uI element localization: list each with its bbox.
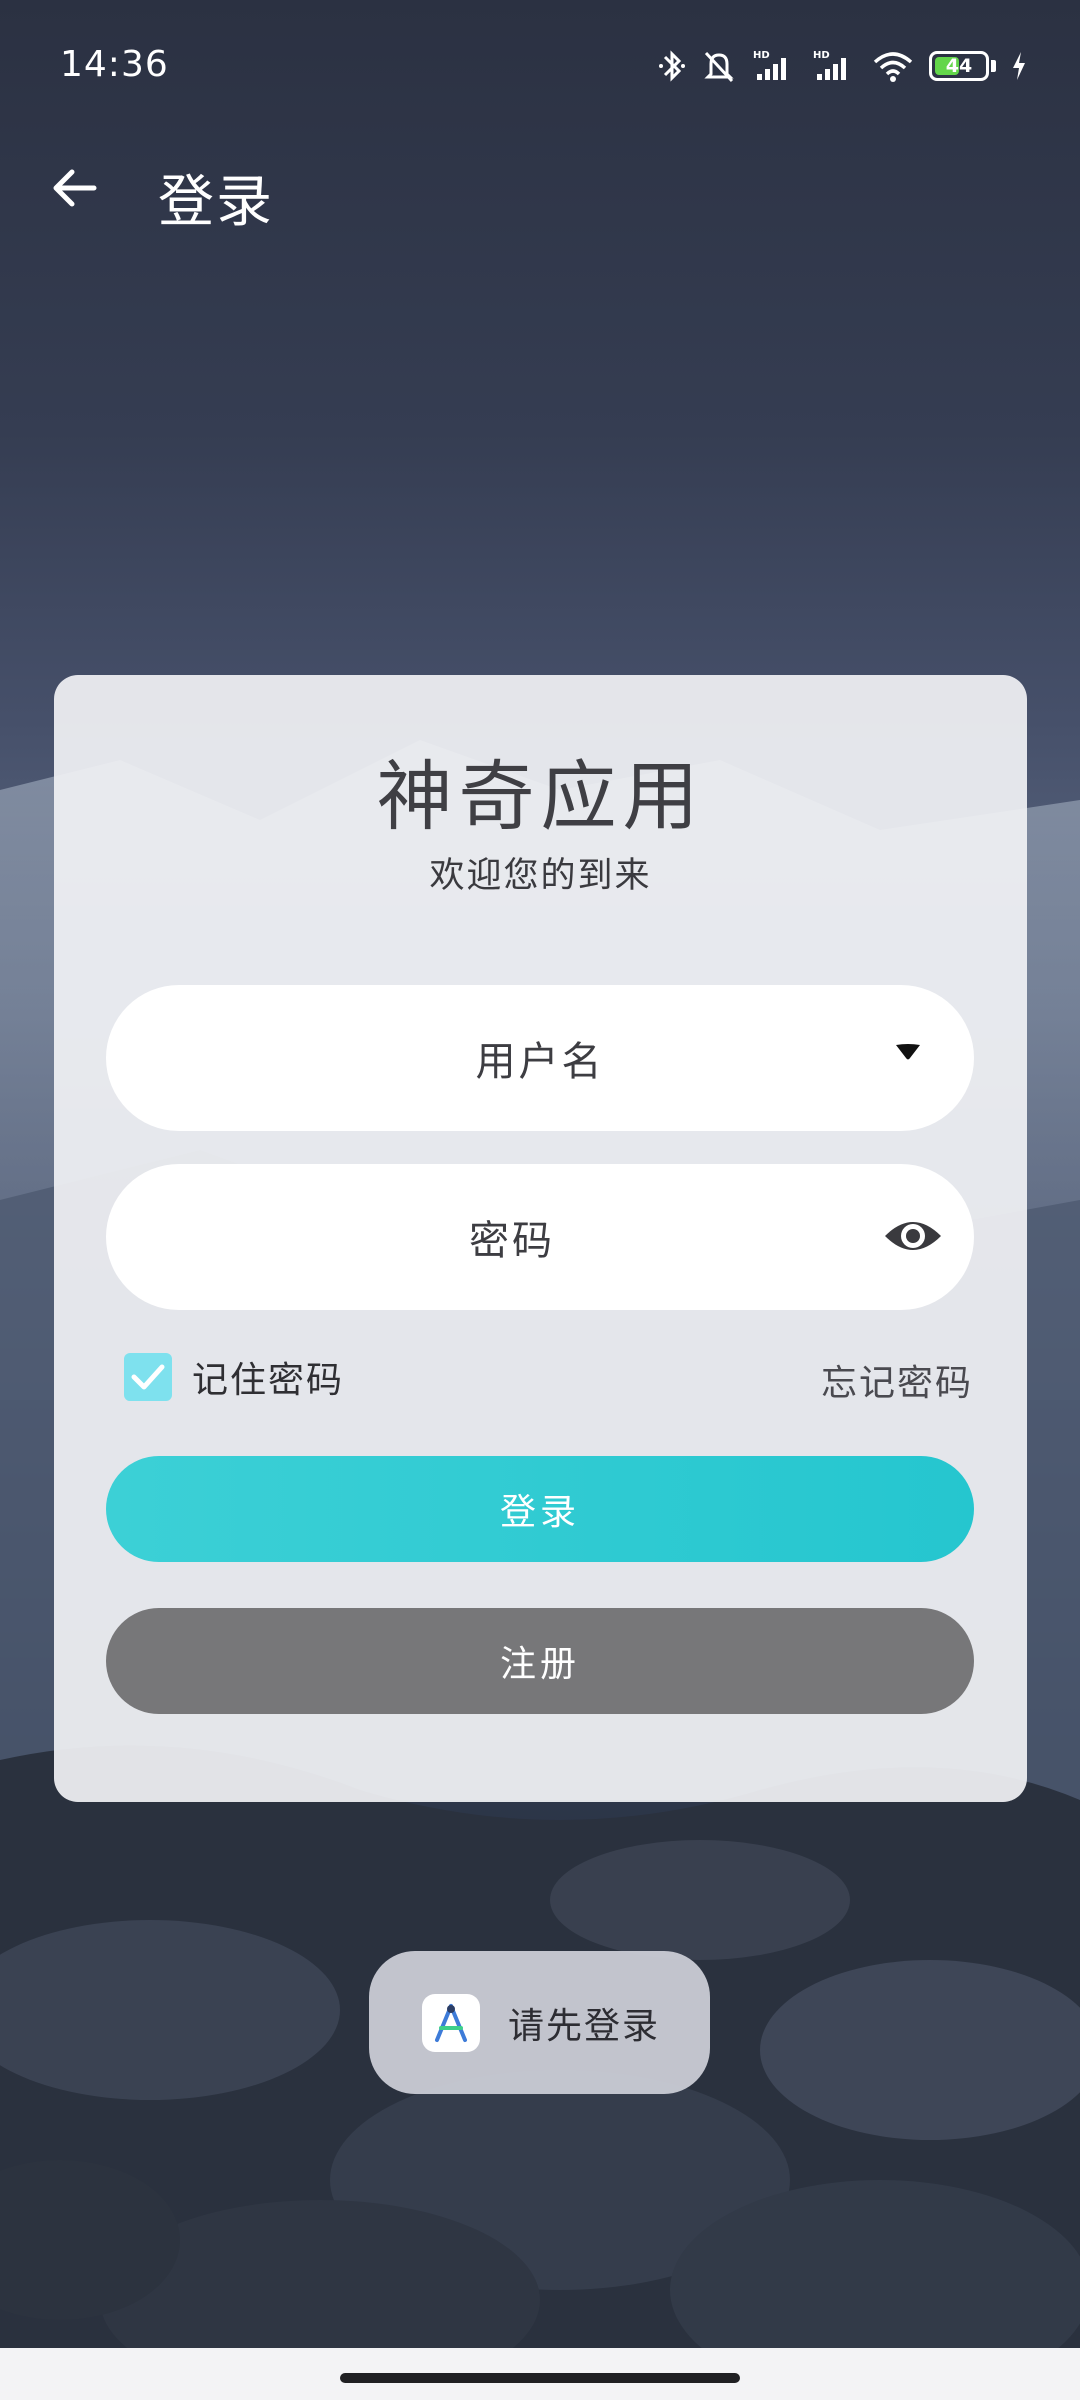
signal-hd-icon: HD [811, 48, 857, 84]
battery-level: 44 [945, 55, 973, 77]
charging-icon [1010, 50, 1028, 82]
remember-checkbox[interactable] [124, 1353, 172, 1401]
android-studio-icon [422, 1993, 480, 2052]
welcome-text: 欢迎您的到来 [429, 856, 652, 896]
wifi-icon [871, 48, 915, 84]
password-field[interactable]: 密码 [106, 1164, 974, 1310]
register-button[interactable]: 注册 [106, 1608, 974, 1714]
app-name: 神奇应用 [376, 752, 705, 841]
remember-label: 记住密码 [192, 1360, 345, 1401]
username-field[interactable]: 用户名 [106, 985, 974, 1131]
password-placeholder: 密码 [469, 1218, 555, 1264]
checkmark-icon [131, 1364, 165, 1390]
screen: 14:36 HD HD 44 登录 神奇应用 欢迎您的到来 用户名 密码 记住密… [0, 0, 1080, 2400]
eye-icon[interactable] [882, 1212, 944, 1264]
svg-text:HD: HD [813, 50, 830, 61]
page-title: 登录 [158, 170, 274, 235]
battery-icon: 44 [929, 51, 996, 81]
status-bar: 14:36 HD HD 44 [0, 0, 1080, 140]
status-icons: HD HD 44 [657, 48, 1028, 84]
dropdown-arrow-icon[interactable] [894, 1041, 922, 1067]
login-button[interactable]: 登录 [106, 1456, 974, 1562]
home-indicator[interactable] [340, 2373, 740, 2383]
forgot-password-link[interactable]: 忘记密码 [821, 1354, 973, 1406]
back-button[interactable] [44, 160, 104, 220]
signal-hd-icon: HD [751, 48, 797, 84]
bluetooth-icon [657, 48, 687, 84]
status-time: 14:36 [60, 44, 169, 85]
svg-text:HD: HD [753, 50, 770, 61]
mute-bell-icon [701, 48, 737, 84]
toast-text: 请先登录 [508, 2005, 661, 2047]
toast: 请先登录 [369, 1951, 710, 2094]
remember-password[interactable]: 记住密码 [124, 1351, 344, 1403]
username-placeholder: 用户名 [475, 1039, 605, 1085]
login-card: 神奇应用 欢迎您的到来 用户名 密码 记住密码 忘记密码 登录 注册 [54, 675, 1027, 1802]
arrow-left-icon [50, 166, 98, 214]
